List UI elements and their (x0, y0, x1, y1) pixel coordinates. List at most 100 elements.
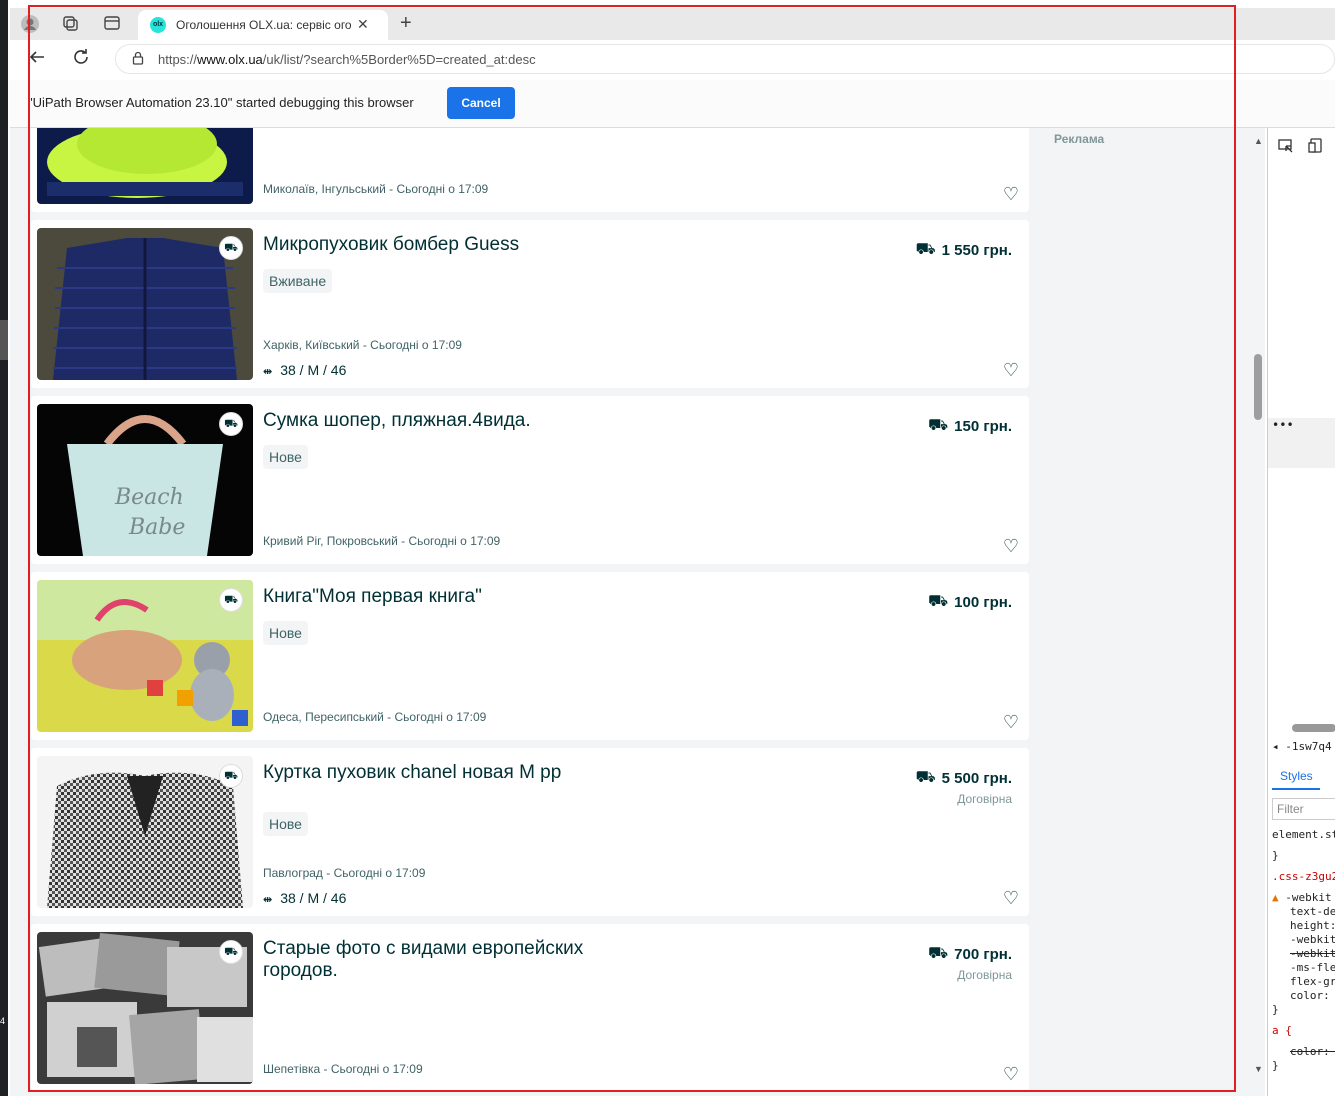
devtools-hscroll[interactable] (1292, 724, 1335, 732)
delivery-truck-icon: ⛟ (915, 241, 936, 258)
infobar-message: "UiPath Browser Automation 23.10" starte… (28, 95, 414, 110)
favorite-heart-icon[interactable]: ♡ (1001, 1064, 1021, 1084)
delivery-truck-icon: ⛟ (915, 769, 936, 786)
browser-tab-bar: olx Оголошення OLX.ua: сервіс ого ✕ + (10, 8, 1335, 40)
scroll-down-icon[interactable]: ▼ (1254, 1064, 1263, 1074)
svg-text:Babe: Babe (128, 515, 185, 540)
listing-card[interactable]: Beach Babe ⛟ Сумка шопер, пляжная.4вида. … (31, 396, 1029, 564)
condition-badge: Вживане (263, 269, 333, 293)
back-icon[interactable] (28, 48, 46, 71)
favorite-heart-icon[interactable]: ♡ (1001, 712, 1021, 732)
css-line[interactable]: text-de (1290, 905, 1335, 918)
listing-location: Кривий Ріг, Покровський - Сьогодні о 17:… (263, 534, 501, 548)
css-line[interactable]: -webkit (1290, 933, 1335, 946)
delivery-badge-icon: ⛟ (219, 236, 243, 260)
tab-styles[interactable]: Styles (1280, 769, 1313, 783)
css-line[interactable]: color: (1290, 989, 1330, 1002)
css-line[interactable]: -ms-fle (1290, 961, 1335, 974)
left-edge-number: 4 (0, 1016, 6, 1026)
scroll-up-icon[interactable]: ▲ (1254, 136, 1263, 146)
profile-icon[interactable] (20, 14, 40, 34)
listing-card[interactable]: ⛟ Куртка пуховик chanel новая M рр Нове … (31, 748, 1029, 916)
delivery-badge-icon: ⛟ (219, 588, 243, 612)
price-block: ⛟ 100 грн. (928, 592, 1012, 612)
listing-photo-sneaker[interactable] (37, 128, 253, 204)
styles-filter-input[interactable]: Filter (1272, 798, 1335, 820)
listing-title[interactable]: Книга"Моя первая книга" (263, 586, 643, 608)
css-line: } (1272, 1003, 1279, 1016)
css-line: } (1272, 849, 1279, 862)
tab-title: Оголошення OLX.ua: сервіс ого (176, 18, 351, 32)
css-line[interactable]: flex-gr (1290, 975, 1335, 988)
css-selector[interactable]: .css-z3gu2 (1272, 870, 1335, 883)
warning-icon: ▲ (1272, 891, 1279, 904)
delivery-truck-icon: ⛟ (928, 945, 949, 962)
workspaces-icon[interactable] (60, 14, 80, 34)
page-scrollbar[interactable]: ▲ ▼ (1251, 134, 1265, 1074)
listing-card[interactable]: ⛟ Книга"Моя первая книга" Нове ⛟ 100 грн.… (31, 572, 1029, 740)
listing-location: Миколаїв, Інгульський - Сьогодні о 17:09 (263, 182, 489, 196)
css-line[interactable]: color: - (1290, 1045, 1335, 1058)
vertical-tabs-icon[interactable] (102, 14, 122, 34)
listing-title[interactable]: Микропуховик бомбер Guess (263, 234, 643, 256)
olx-favicon-icon: olx (150, 17, 166, 33)
debugging-infobar: "UiPath Browser Automation 23.10" starte… (10, 80, 1335, 128)
favorite-heart-icon[interactable]: ♡ (1001, 888, 1021, 908)
delivery-truck-icon: ⛟ (928, 593, 949, 610)
css-line[interactable]: element.st (1272, 828, 1335, 841)
negotiable-label: Договірна (957, 968, 1012, 982)
price-block: ⛟ 5 500 грн. Договірна (916, 768, 1012, 806)
svg-text:Beach: Beach (114, 485, 184, 510)
inspect-element-icon[interactable] (1278, 138, 1294, 158)
listing-location: Павлоград - Сьогодні о 17:09 (263, 866, 426, 880)
favorite-heart-icon[interactable]: ♡ (1001, 536, 1021, 556)
tab-olx[interactable]: olx Оголошення OLX.ua: сервіс ого ✕ (138, 10, 388, 40)
address-bar-row: https://www.olx.ua/uk/list/?search%5Bord… (10, 40, 1335, 78)
condition-badge: Нове (263, 445, 308, 469)
listing-title[interactable]: Старые фото с видами европейских городов… (263, 938, 643, 982)
olx-listing-page: Реклама Миколаїв, Інгульський - Сьогодні… (10, 128, 1265, 1096)
refresh-icon[interactable] (72, 48, 90, 71)
listing-size: ⇹ 38 / M / 46 (263, 362, 347, 378)
css-line[interactable]: ▲ -webkit (1272, 891, 1332, 904)
price-block: ⛟ 1 550 грн. (916, 240, 1012, 260)
new-tab-icon[interactable]: + (400, 12, 412, 35)
listing-location: Харків, Київський - Сьогодні о 17:09 (263, 338, 462, 352)
scrollbar-thumb[interactable] (1254, 354, 1262, 420)
price-block: ⛟ 150 грн. (928, 416, 1012, 436)
favorite-heart-icon[interactable]: ♡ (1001, 360, 1021, 380)
listing-card[interactable]: Миколаїв, Інгульський - Сьогодні о 17:09… (31, 128, 1029, 212)
url-field[interactable]: https://www.olx.ua/uk/list/?search%5Bord… (115, 44, 1335, 74)
size-icon: ⇹ (263, 894, 273, 906)
delivery-badge-icon: ⛟ (219, 940, 243, 964)
listing-price: 100 грн. (954, 593, 1012, 611)
listing-price: 1 550 грн. (941, 241, 1012, 259)
css-line[interactable]: height: (1290, 919, 1335, 932)
listing-price: 700 грн. (954, 945, 1012, 963)
negotiable-label: Договірна (957, 792, 1012, 806)
breadcrumb-crumb[interactable]: ◂ -1sw7q4 (1272, 740, 1332, 753)
more-options-icon[interactable]: ••• (1272, 418, 1294, 432)
cancel-debugging-button[interactable]: Cancel (447, 87, 515, 119)
css-line[interactable]: -webkit (1290, 947, 1335, 960)
lock-icon[interactable] (132, 51, 144, 68)
styles-tab-underline (1272, 788, 1320, 790)
listing-card[interactable]: ⛟ Микропуховик бомбер Guess Вживане ⛟ 1 5… (31, 220, 1029, 388)
screen: 4 olx Оголошення OLX.ua: сервіс ого ✕ + (0, 0, 1335, 1096)
css-line: } (1272, 1059, 1279, 1072)
size-icon: ⇹ (263, 366, 273, 378)
listing-title[interactable]: Куртка пуховик chanel новая M рр (263, 762, 643, 784)
delivery-badge-icon: ⛟ (219, 412, 243, 436)
css-selector[interactable]: a { (1272, 1024, 1292, 1037)
device-toolbar-icon[interactable] (1308, 138, 1324, 158)
ad-label: Реклама (1054, 132, 1105, 146)
listing-card[interactable]: ⛟ Старые фото с видами европейских город… (31, 924, 1029, 1092)
condition-badge: Нове (263, 621, 308, 645)
delivery-badge-icon: ⛟ (219, 764, 243, 788)
condition-badge: Нове (263, 812, 308, 836)
favorite-heart-icon[interactable]: ♡ (1001, 184, 1021, 204)
listing-price: 150 грн. (954, 417, 1012, 435)
close-tab-icon[interactable]: ✕ (357, 16, 369, 33)
left-edge-panel: 4 (0, 0, 8, 1096)
listing-title[interactable]: Сумка шопер, пляжная.4вида. (263, 410, 643, 432)
